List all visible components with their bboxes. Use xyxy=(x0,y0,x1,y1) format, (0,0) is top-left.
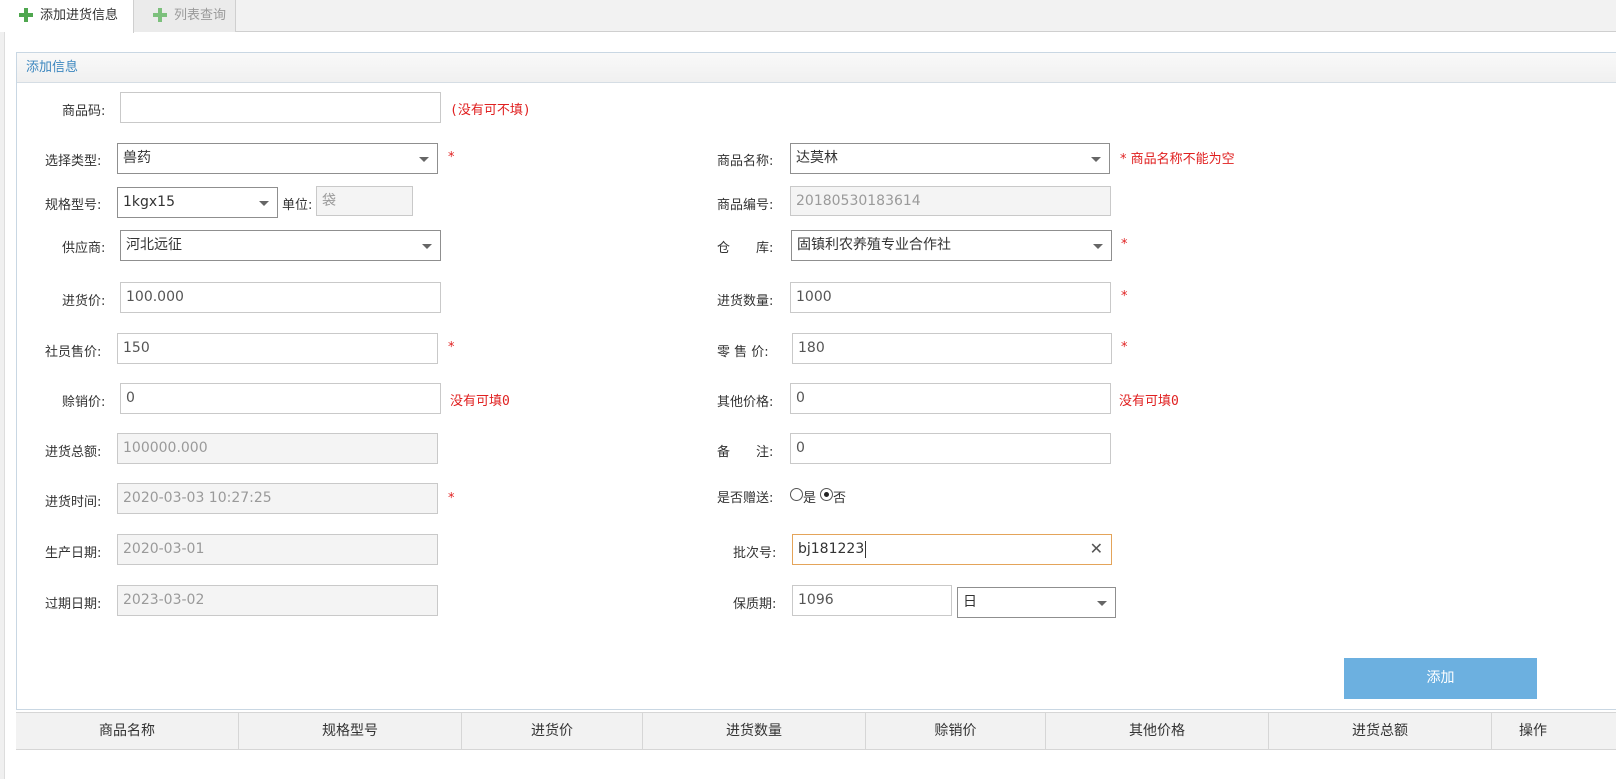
other-price-hint: 没有可填0 xyxy=(1119,394,1179,409)
left-border xyxy=(0,32,5,779)
shelf-life-input[interactable]: 1096 xyxy=(792,585,952,616)
category-value: 兽药 xyxy=(123,150,151,166)
required-mark: * xyxy=(1121,340,1128,355)
credit-price-input[interactable]: 0 xyxy=(120,383,441,414)
credit-price-label: 赊销价: xyxy=(62,395,106,410)
remark-label: 备 注: xyxy=(717,445,774,460)
unit-input[interactable]: 袋 xyxy=(316,186,413,216)
other-price-input[interactable]: 0 xyxy=(790,383,1111,414)
column-header[interactable]: 规格型号 xyxy=(239,713,462,750)
product-no-input[interactable]: 20180530183614 xyxy=(790,186,1111,216)
retail-price-input[interactable]: 180 xyxy=(792,333,1112,364)
column-header[interactable]: 其他价格 xyxy=(1046,713,1269,750)
required-mark: * xyxy=(448,491,455,506)
warehouse-label: 仓 库: xyxy=(717,241,774,256)
table-header: 商品名称 规格型号 进货价 进货数量 赊销价 其他价格 进货总额 操作 xyxy=(16,712,1616,750)
column-header[interactable]: 进货数量 xyxy=(643,713,866,750)
column-header[interactable]: 商品名称 xyxy=(16,713,239,750)
required-mark: * xyxy=(448,340,455,355)
chevron-down-icon xyxy=(422,244,432,249)
spec-label: 规格型号: xyxy=(45,198,102,213)
production-date-input[interactable]: 2020-03-01 xyxy=(117,534,438,565)
gift-yes-radio[interactable] xyxy=(790,488,803,501)
clear-icon[interactable]: ✕ xyxy=(1090,539,1103,559)
purchase-price-label: 进货价: xyxy=(62,294,106,309)
supplier-label: 供应商: xyxy=(62,241,106,256)
required-mark: * xyxy=(448,150,455,165)
spec-select[interactable]: 1kgx15 xyxy=(117,187,278,218)
gift-no-radio[interactable] xyxy=(820,488,833,501)
purchase-qty-input[interactable]: 1000 xyxy=(790,282,1111,313)
plus-icon xyxy=(19,8,33,22)
product-code-hint: (没有可不填) xyxy=(450,103,531,118)
product-name-value: 达莫林 xyxy=(796,150,838,166)
batch-no-input[interactable]: bj181223 ✕ xyxy=(792,534,1112,565)
purchase-total-label: 进货总额: xyxy=(45,445,102,460)
remark-input[interactable]: 0 xyxy=(790,433,1111,464)
product-code-label: 商品码: xyxy=(62,104,106,119)
unit-label: 单位: xyxy=(282,198,313,213)
spec-value: 1kgx15 xyxy=(123,194,176,210)
supplier-select[interactable]: 河北远征 xyxy=(120,230,441,261)
warehouse-value: 固镇利农养殖专业合作社 xyxy=(797,237,951,253)
category-label: 选择类型: xyxy=(45,154,102,169)
member-price-input[interactable]: 150 xyxy=(117,333,438,364)
tab-add-purchase[interactable]: 添加进货信息 xyxy=(0,0,134,33)
purchase-qty-label: 进货数量: xyxy=(717,294,774,309)
shelf-life-label: 保质期: xyxy=(733,597,777,612)
purchase-total-input[interactable]: 100000.000 xyxy=(117,433,438,464)
tab-list-query[interactable]: 列表查询 xyxy=(134,0,236,32)
required-mark: * xyxy=(1121,289,1128,304)
add-button[interactable]: 添加 xyxy=(1344,658,1537,699)
panel-title: 添加信息 xyxy=(17,53,1616,83)
required-mark: * xyxy=(1121,237,1128,252)
batch-no-value: bj181223 xyxy=(798,541,865,557)
shelf-life-unit-select[interactable]: 日 xyxy=(957,587,1116,618)
chevron-down-icon xyxy=(1091,157,1101,162)
expiry-date-input[interactable]: 2023-03-02 xyxy=(117,585,438,616)
product-name-label: 商品名称: xyxy=(717,154,774,169)
plus-icon xyxy=(153,8,167,22)
chevron-down-icon xyxy=(1093,244,1103,249)
batch-no-label: 批次号: xyxy=(733,546,777,561)
gift-yes-label: 是 xyxy=(803,491,817,506)
member-price-label: 社员售价: xyxy=(45,345,102,360)
supplier-value: 河北远征 xyxy=(126,237,182,253)
purchase-price-input[interactable]: 100.000 xyxy=(120,282,441,313)
credit-price-hint: 没有可填0 xyxy=(450,394,510,409)
chevron-down-icon xyxy=(259,201,269,206)
tab-bar: 添加进货信息 列表查询 xyxy=(0,0,1616,33)
gift-no-label: 否 xyxy=(833,491,847,506)
product-no-label: 商品编号: xyxy=(717,198,774,213)
is-gift-label: 是否赠送: xyxy=(717,491,774,506)
tab-label: 添加进货信息 xyxy=(40,8,119,23)
column-header[interactable]: 进货价 xyxy=(462,713,643,750)
other-price-label: 其他价格: xyxy=(717,395,774,410)
expiry-date-label: 过期日期: xyxy=(45,597,102,612)
warehouse-select[interactable]: 固镇利农养殖专业合作社 xyxy=(791,230,1112,261)
category-select[interactable]: 兽药 xyxy=(117,143,438,174)
tab-label: 列表查询 xyxy=(174,8,227,23)
column-header[interactable]: 进货总额 xyxy=(1269,713,1492,750)
column-header[interactable]: 赊销价 xyxy=(866,713,1046,750)
chevron-down-icon xyxy=(1097,601,1107,606)
column-header[interactable]: 操作 xyxy=(1492,713,1616,750)
text-cursor xyxy=(865,540,867,558)
shelf-life-unit-value: 日 xyxy=(963,594,977,610)
product-name-error: * 商品名称不能为空 xyxy=(1120,152,1235,167)
purchase-time-input[interactable]: 2020-03-03 10:27:25 xyxy=(117,483,438,514)
product-name-select[interactable]: 达莫林 xyxy=(790,143,1110,174)
purchase-time-label: 进货时间: xyxy=(45,495,102,510)
production-date-label: 生产日期: xyxy=(45,546,102,561)
chevron-down-icon xyxy=(419,157,429,162)
product-code-input[interactable] xyxy=(120,92,441,123)
retail-price-label: 零 售 价: xyxy=(717,345,769,360)
